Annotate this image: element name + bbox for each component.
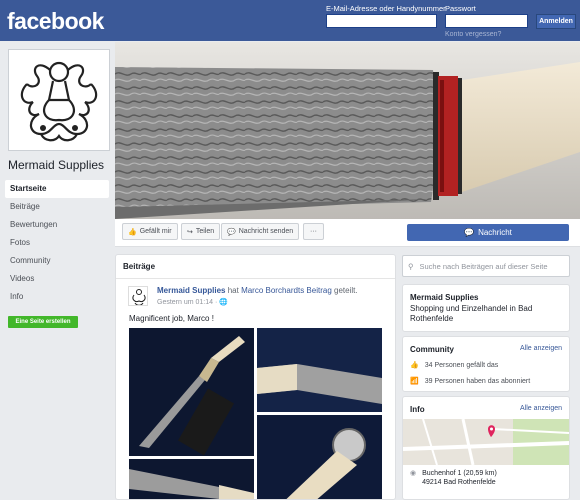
community-see-all-link[interactable]: Alle anzeigen [520,345,562,352]
follow-icon: 📶 [410,378,419,385]
knife-photo [129,459,254,499]
login-button[interactable]: Anmelden [536,14,576,29]
forgot-account-link[interactable]: Konto vergessen? [445,31,501,38]
create-page-button[interactable]: Eine Seite erstellen [8,316,78,328]
posts-section: Beiträge Mermaid Supplies hat Marco Borc… [115,254,396,500]
search-placeholder: Suche nach Beiträgen auf dieser Seite [419,261,548,271]
knife-photo [129,328,254,456]
shared-post-link[interactable]: Marco Borchardts Beitrag [241,286,332,295]
post-action: geteilt. [334,286,358,295]
like-label: Gefällt mir [139,228,172,235]
address: ◉ Buchenhof 1 (20,59 km) 49214 Bad Rothe… [410,469,497,487]
share-icon: ↪ [187,228,193,236]
post-photo[interactable] [257,415,382,499]
post-photo[interactable] [129,459,254,499]
about-category: Shopping und Einzelhandel in Bad Rothenf… [410,304,533,323]
sidebar-item-startseite[interactable]: Startseite [5,180,109,198]
message-button[interactable]: 💬 Nachricht [407,224,569,241]
sidebar-item-bewertungen[interactable]: Bewertungen [5,216,109,234]
top-bar: facebook E-Mail-Adresse oder Handynummer… [0,0,580,41]
mermaid-logo-icon [20,61,98,142]
email-label: E-Mail-Adresse oder Handynummer [326,4,446,13]
sidebar-item-fotos[interactable]: Fotos [5,234,109,252]
post-author-link[interactable]: Mermaid Supplies [157,286,225,295]
info-heading: Info [410,405,425,414]
sidebar-item-info[interactable]: Info [5,288,109,306]
likes-text: 34 Personen gefällt das [424,361,499,369]
post-photo-grid [129,328,382,499]
info-see-all-link[interactable]: Alle anzeigen [520,405,562,412]
send-message-button[interactable]: 💬 Nachricht senden [221,223,300,240]
page-profile-picture[interactable] [8,49,110,151]
map-image [403,419,569,465]
search-icon: ⚲ [408,261,414,271]
about-page-name: Mermaid Supplies [410,293,479,302]
page-search-input[interactable]: ⚲ Suche nach Beiträgen auf dieser Seite [402,255,570,277]
post-time-text: Gestern um 01:14 · [157,299,220,306]
location-map[interactable] [403,419,569,465]
likes-stat: 👍 34 Personen gefällt das [410,361,499,370]
thumbs-up-icon: 👍 [410,362,419,369]
sidebar-nav: Startseite Beiträge Bewertungen Fotos Co… [5,180,109,306]
page-title[interactable]: Mermaid Supplies [8,158,104,172]
follows-text: 39 Personen haben das abonniert [424,377,531,385]
password-label: Passwort [445,4,476,13]
post-header: Mermaid Supplies hat Marco Borchardts Be… [157,286,387,295]
email-input[interactable] [326,14,437,28]
share-label: Teilen [195,228,215,235]
sidebar-item-videos[interactable]: Videos [5,270,109,288]
thumbs-up-icon: 👍 [128,228,137,236]
post-photo[interactable] [257,328,382,412]
info-card: Info Alle anzeigen ◉ Buchenhof 1 (20,59 … [402,396,570,500]
post-text: Magnificent job, Marco ! [129,314,214,323]
post-card: Mermaid Supplies hat Marco Borchardts Be… [122,282,390,499]
follows-stat: 📶 39 Personen haben das abonniert [410,377,531,386]
about-card: Mermaid Supplies Shopping und Einzelhand… [402,284,570,332]
cover-photo[interactable] [115,42,580,219]
posts-heading: Beiträge [116,255,395,279]
map-pin-icon: ◉ [410,470,417,477]
password-input[interactable] [445,14,528,28]
messenger-icon: 💬 [227,228,236,236]
knife-photo [257,415,382,499]
share-page-button[interactable]: ↪ Teilen [181,223,221,240]
knife-photo [257,328,382,412]
mermaid-logo-icon [132,289,146,305]
post-verb: hat [227,286,239,295]
community-heading: Community [410,345,454,354]
address-line-1: Buchenhof 1 (20,59 km) [422,470,497,477]
community-card: Community Alle anzeigen 👍 34 Personen ge… [402,336,570,392]
send-message-label: Nachricht senden [238,228,294,235]
message-label: Nachricht [478,228,512,237]
post-author-avatar[interactable] [128,286,148,306]
more-button[interactable]: ··· [303,223,324,240]
globe-icon: 🌐 [219,299,228,306]
sidebar-item-community[interactable]: Community [5,252,109,270]
knife-cover-image [115,42,580,219]
address-line-2: 49214 Bad Rothenfelde [422,479,496,486]
like-page-button[interactable]: 👍 Gefällt mir [122,223,178,240]
messenger-icon: 💬 [464,228,475,237]
facebook-logo[interactable]: facebook [7,8,104,35]
sidebar-item-beitraege[interactable]: Beiträge [5,198,109,216]
post-photo[interactable] [129,328,254,456]
post-timestamp[interactable]: Gestern um 01:14 · 🌐 [157,298,228,306]
